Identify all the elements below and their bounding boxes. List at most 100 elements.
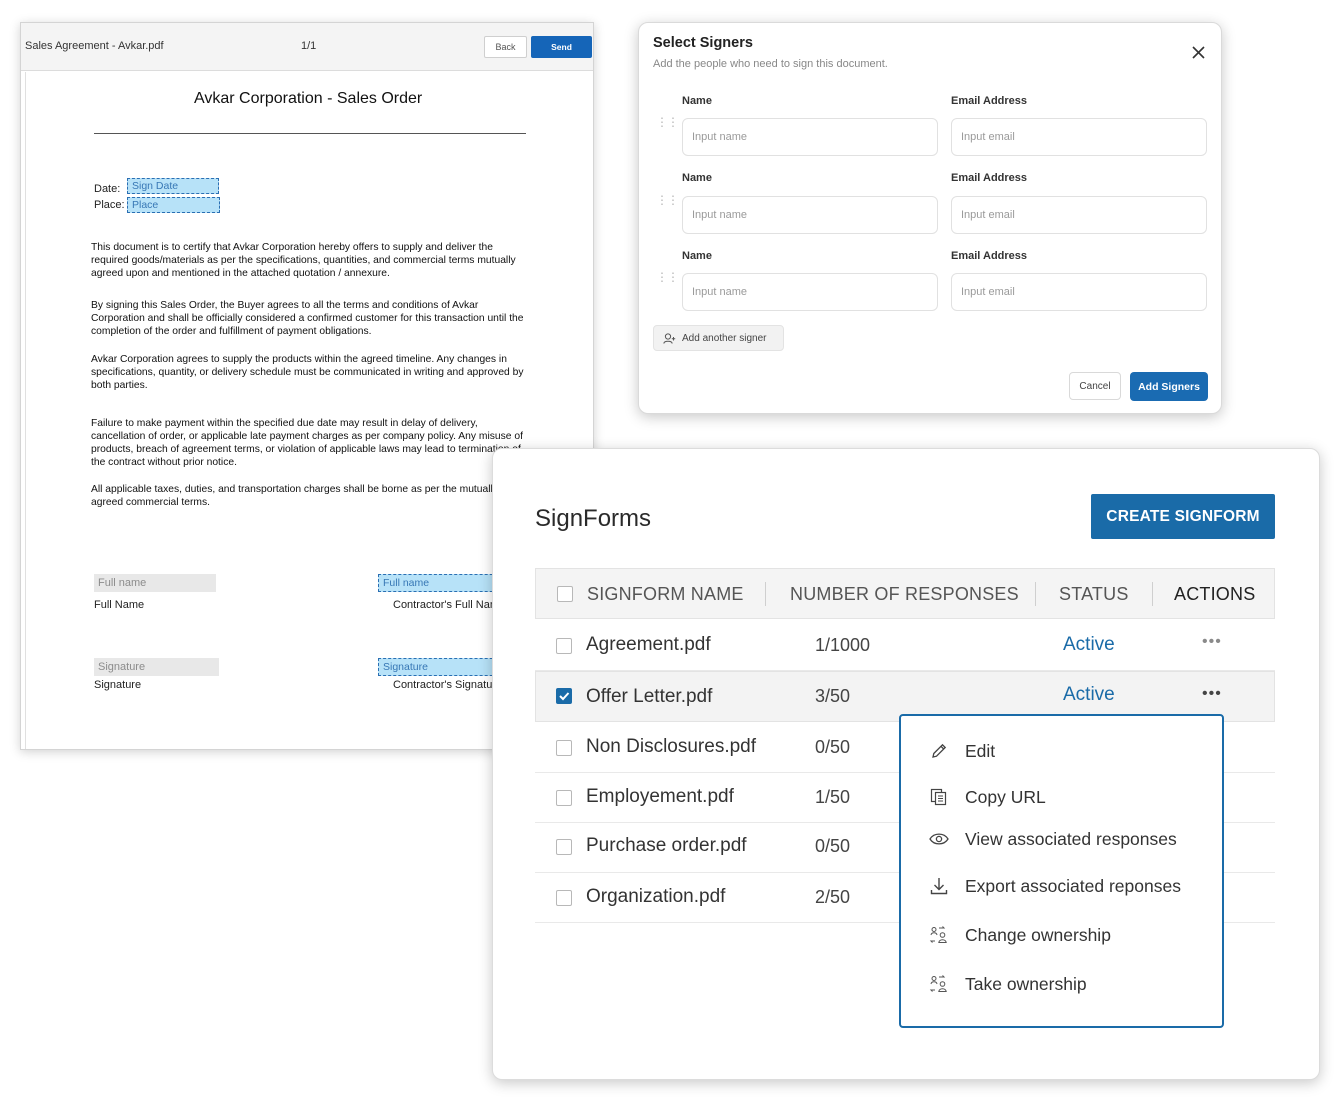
table-row[interactable]: Agreement.pdf 1/1000 Active ••• [535, 621, 1275, 671]
dialog-subtitle: Add the people who need to sign this doc… [653, 58, 888, 70]
add-another-signer-label: Add another signer [682, 332, 767, 344]
select-all-checkbox[interactable] [557, 586, 573, 602]
status-badge: Active [1063, 634, 1115, 655]
signform-name[interactable]: Purchase order.pdf [586, 835, 747, 857]
drag-handle-icon[interactable]: ⋮⋮ [656, 194, 679, 206]
full-name-caption: Full Name [94, 599, 145, 611]
name-label: Name [682, 250, 712, 262]
row-checkbox[interactable] [556, 638, 572, 654]
place-field[interactable]: Place [127, 197, 220, 213]
response-count: 0/50 [815, 737, 851, 757]
page-indicator: 1/1 [301, 40, 317, 52]
contractor-full-name-caption: Contractor's Full Name [393, 599, 506, 611]
document-title: Avkar Corporation - Sales Order [194, 90, 423, 107]
column-header-name[interactable]: SIGNFORM NAME [587, 584, 744, 605]
create-signform-button[interactable]: CREATE SIGNFORM [1091, 494, 1275, 539]
menu-item-label: Take ownership [965, 973, 1087, 994]
menu-item-view-responses[interactable]: View associated responses [929, 826, 1177, 852]
signform-name[interactable]: Employement.pdf [586, 786, 734, 808]
signform-name[interactable]: Organization.pdf [586, 886, 725, 908]
column-header-status[interactable]: STATUS [1059, 584, 1129, 605]
add-user-icon [663, 332, 676, 344]
more-actions-icon[interactable]: ••• [1202, 685, 1222, 703]
contractor-signature-field[interactable]: Signature [378, 658, 508, 676]
contractor-full-name-field[interactable]: Full name [378, 574, 508, 592]
column-header-responses[interactable]: NUMBER OF RESPONSES [790, 584, 1019, 605]
sign-date-field[interactable]: Sign Date [127, 178, 219, 194]
document-paragraph: All applicable taxes, duties, and transp… [91, 484, 498, 508]
menu-item-edit[interactable]: Edit [929, 738, 995, 764]
cancel-button[interactable]: Cancel [1069, 372, 1121, 400]
menu-item-label: Change ownership [965, 924, 1111, 945]
document-paragraph: Failure to make payment within the speci… [91, 418, 523, 468]
email-input[interactable]: Input email [951, 273, 1207, 311]
response-count: 1/1000 [815, 635, 871, 655]
copy-icon [929, 787, 949, 807]
menu-item-label: View associated responses [965, 828, 1177, 849]
back-button[interactable]: Back [484, 36, 527, 58]
menu-item-export-responses[interactable]: Export associated reponses [929, 873, 1181, 899]
column-divider [1152, 582, 1153, 606]
document-paragraph: This document is to certify that Avkar C… [91, 242, 516, 279]
name-label: Name [682, 172, 712, 184]
column-divider [765, 582, 766, 606]
row-checkbox[interactable] [556, 839, 572, 855]
signature-field[interactable]: Signature [94, 658, 219, 676]
signform-name[interactable]: Non Disclosures.pdf [586, 736, 756, 758]
name-label: Name [682, 95, 712, 107]
actions-menu: Edit Copy URL View associated responses … [899, 714, 1224, 1028]
name-input[interactable]: Input name [682, 196, 938, 234]
document-paragraph: By signing this Sales Order, the Buyer a… [91, 300, 524, 337]
response-count: 1/50 [815, 787, 851, 807]
name-input[interactable]: Input name [682, 273, 938, 311]
select-signers-dialog: Select Signers Add the people who need t… [638, 22, 1222, 414]
ownership-icon [929, 974, 949, 994]
response-count: 3/50 [815, 686, 851, 706]
pdf-toolbar: Sales Agreement - Avkar.pdf 1/1 Back Sen… [21, 23, 593, 71]
dialog-title: Select Signers [653, 35, 753, 51]
close-icon[interactable] [1187, 41, 1209, 63]
file-title: Sales Agreement - Avkar.pdf [25, 40, 164, 52]
more-actions-icon[interactable]: ••• [1202, 633, 1222, 651]
email-input[interactable]: Input email [951, 118, 1207, 156]
place-label: Place: [94, 199, 125, 211]
response-count: 2/50 [815, 887, 851, 907]
email-label: Email Address [951, 250, 1028, 262]
signform-name[interactable]: Agreement.pdf [586, 634, 711, 656]
menu-item-label: Copy URL [965, 786, 1046, 807]
ownership-icon [929, 925, 949, 945]
name-input[interactable]: Input name [682, 118, 938, 156]
menu-item-copy-url[interactable]: Copy URL [929, 784, 1046, 810]
status-badge: Active [1063, 684, 1115, 705]
add-another-signer-button[interactable]: Add another signer [653, 325, 784, 351]
signform-name[interactable]: Offer Letter.pdf [586, 686, 712, 708]
row-checkbox[interactable] [556, 740, 572, 756]
row-checkbox[interactable] [556, 790, 572, 806]
pencil-icon [929, 741, 949, 761]
row-checkbox[interactable] [556, 890, 572, 906]
signforms-panel: SignForms CREATE SIGNFORM SIGNFORM NAME … [492, 448, 1320, 1080]
response-count: 0/50 [815, 836, 851, 856]
add-signers-button[interactable]: Add Signers [1130, 372, 1208, 401]
download-icon [929, 876, 949, 896]
column-header-actions: ACTIONS [1174, 584, 1256, 604]
eye-icon [929, 829, 949, 849]
menu-item-change-ownership[interactable]: Change ownership [929, 922, 1111, 948]
title-divider [94, 133, 526, 134]
table-header: SIGNFORM NAME NUMBER OF RESPONSES STATUS… [535, 568, 1275, 619]
send-button[interactable]: Send [531, 36, 592, 58]
menu-item-label: Edit [965, 740, 996, 761]
page-title: SignForms [535, 505, 652, 532]
email-label: Email Address [951, 172, 1028, 184]
menu-item-take-ownership[interactable]: Take ownership [929, 971, 1087, 997]
contractor-signature-caption: Contractor's Signature [393, 679, 503, 691]
menu-item-label: Export associated reponses [965, 875, 1181, 896]
column-divider [1035, 582, 1036, 606]
row-checkbox[interactable] [556, 688, 572, 704]
full-name-field[interactable]: Full name [94, 574, 216, 592]
email-input[interactable]: Input email [951, 196, 1207, 234]
drag-handle-icon[interactable]: ⋮⋮ [656, 116, 679, 128]
document-paragraph: Avkar Corporation agrees to supply the p… [91, 354, 524, 391]
drag-handle-icon[interactable]: ⋮⋮ [656, 271, 679, 283]
email-label: Email Address [951, 95, 1028, 107]
